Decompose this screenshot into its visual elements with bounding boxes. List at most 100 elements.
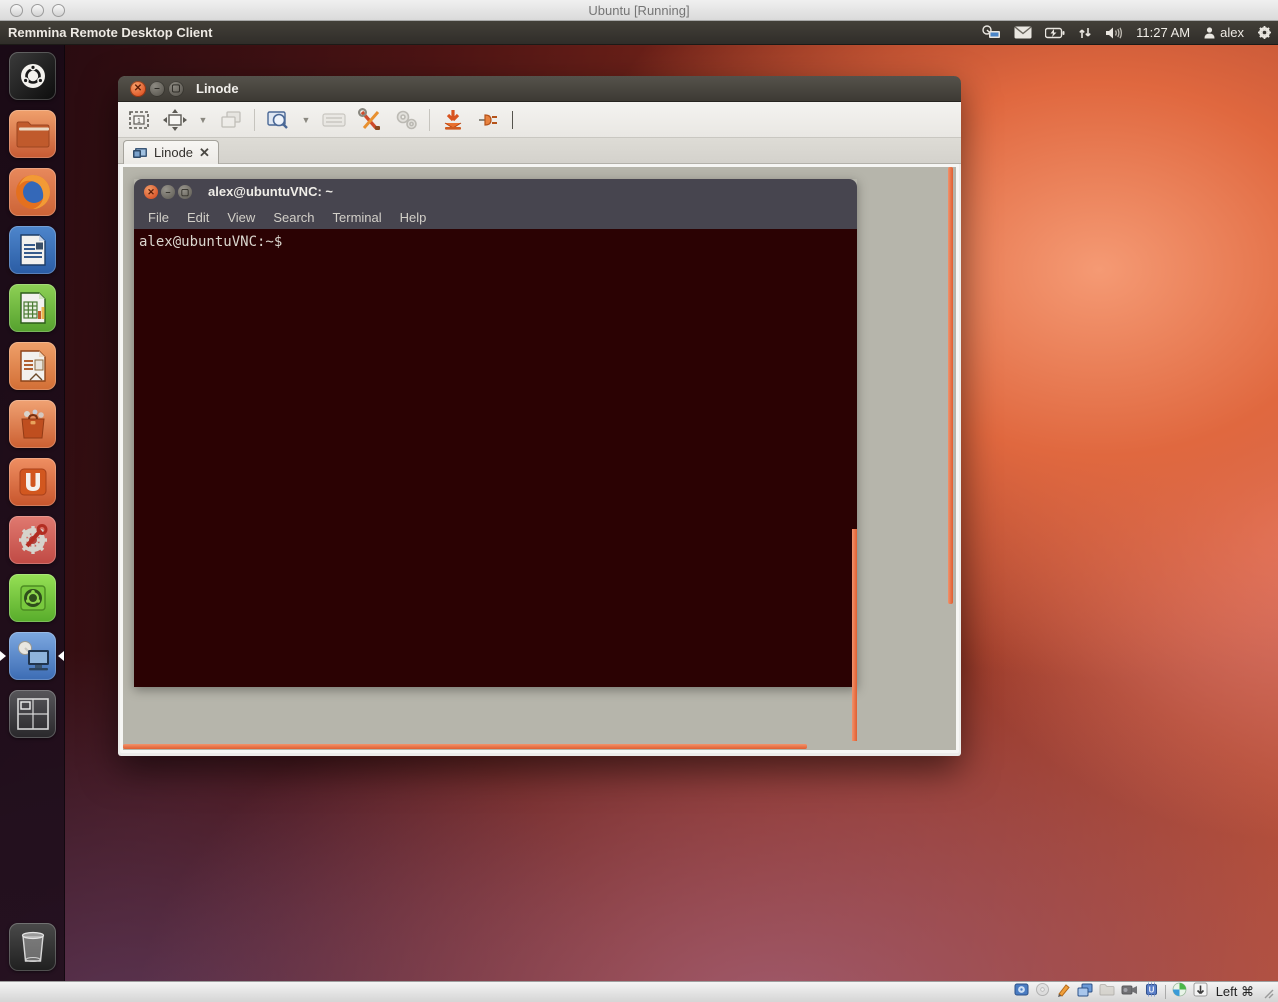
remmina-titlebar[interactable]: ✕ – ▢ Linode — [118, 76, 961, 102]
remmina-toolbar: 1 ▼ ▼ — [118, 102, 961, 138]
remmina-close-button[interactable]: ✕ — [130, 81, 146, 97]
remmina-tabbar: Linode ✕ — [118, 138, 961, 164]
menu-help[interactable]: Help — [391, 210, 436, 225]
battery-icon[interactable] — [1045, 27, 1065, 39]
menu-edit[interactable]: Edit — [178, 210, 218, 225]
trash-icon — [18, 930, 48, 964]
ubuntu-top-panel: Remmina Remote Desktop Client 11:27 AM a… — [0, 21, 1278, 45]
toolbar-separator — [429, 109, 430, 131]
launcher-home-folder[interactable] — [9, 110, 56, 158]
host-window-title: Ubuntu [Running] — [0, 0, 1278, 21]
video-camera-icon[interactable] — [1121, 983, 1138, 1001]
shell-prompt: alex@ubuntuVNC:~$ — [139, 234, 282, 250]
host-key-label: Left ⌘ — [1214, 984, 1256, 1000]
launcher-firefox[interactable] — [9, 168, 56, 216]
zoom-menu-caret[interactable]: ▼ — [301, 107, 311, 133]
disconnect-plug-button[interactable] — [476, 107, 502, 133]
terminal-scrollbar[interactable] — [852, 529, 857, 741]
launcher-libreoffice-impress[interactable] — [9, 342, 56, 390]
active-app-title[interactable]: Remmina Remote Desktop Client — [8, 21, 212, 44]
scaled-mode-button[interactable] — [162, 107, 188, 133]
remmina-maximize-button[interactable]: ▢ — [168, 81, 184, 97]
workspace-grid-icon — [15, 696, 51, 732]
terminal-close-button[interactable]: ✕ — [144, 185, 158, 199]
remmina-minimize-button[interactable]: – — [149, 81, 165, 97]
scaled-mode-menu-caret[interactable]: ▼ — [198, 107, 208, 133]
optical-disc-icon[interactable] — [1035, 982, 1050, 1002]
remmina-window: ✕ – ▢ Linode 1 ▼ ▼ — [118, 76, 961, 756]
ubuntu-logo-icon — [16, 59, 50, 93]
focused-indicator-arrow — [58, 651, 64, 661]
tab-label: Linode — [154, 145, 193, 160]
menu-file[interactable]: File — [139, 210, 178, 225]
menu-search[interactable]: Search — [264, 210, 323, 225]
connection-tab-linode[interactable]: Linode ✕ — [123, 140, 219, 164]
vnc-remote-desktop[interactable]: ✕ – ▢ alex@ubuntuVNC: ~ File Edit View S… — [123, 167, 956, 750]
indicator-tray: 11:27 AM alex — [981, 21, 1272, 44]
svg-text:1: 1 — [137, 118, 141, 125]
launcher-trash[interactable] — [9, 923, 56, 971]
shopping-bag-icon — [16, 407, 50, 441]
terminal-titlebar[interactable]: ✕ – ▢ alex@ubuntuVNC: ~ — [134, 179, 857, 206]
launcher-libreoffice-calc[interactable] — [9, 284, 56, 332]
viewport-horizontal-scrollbar[interactable] — [123, 744, 807, 749]
session-gear-icon[interactable] — [1257, 25, 1272, 40]
mail-icon[interactable] — [1014, 26, 1032, 39]
display-windows-icon[interactable] — [1077, 983, 1093, 1002]
remmina-icon — [14, 639, 52, 673]
launcher-remmina[interactable] — [9, 632, 56, 680]
screenshot-button[interactable] — [440, 107, 466, 133]
viewport-vertical-scrollbar[interactable] — [948, 167, 953, 604]
preferences-gears-button[interactable] — [393, 107, 419, 133]
writer-document-icon — [18, 233, 48, 267]
terminal-maximize-button[interactable]: ▢ — [178, 185, 192, 199]
user-name: alex — [1220, 25, 1244, 40]
firefox-icon — [13, 172, 53, 212]
launcher-software-center[interactable] — [9, 400, 56, 448]
terminal-minimize-button[interactable]: – — [161, 185, 175, 199]
menu-terminal[interactable]: Terminal — [324, 210, 391, 225]
mouse-integration-icon[interactable] — [1172, 982, 1187, 1002]
menu-view[interactable]: View — [218, 210, 264, 225]
terminal-window: ✕ – ▢ alex@ubuntuVNC: ~ File Edit View S… — [134, 179, 857, 687]
toolbar-separator — [254, 109, 255, 131]
launcher-libreoffice-writer[interactable] — [9, 226, 56, 274]
vbox-status-icons: U Left ⌘ — [1014, 982, 1274, 1002]
tab-close-button[interactable]: ✕ — [199, 145, 210, 161]
remote-network-icon[interactable] — [981, 25, 1001, 40]
send-keys-button[interactable] — [321, 107, 347, 133]
tab-monitor-icon — [132, 147, 148, 159]
tools-button[interactable] — [357, 107, 383, 133]
clock[interactable]: 11:27 AM — [1136, 25, 1190, 40]
zoom-button[interactable] — [265, 107, 291, 133]
usb-chip-icon[interactable]: U — [1144, 982, 1159, 1002]
vbox-status-bar: U Left ⌘ — [0, 981, 1278, 1002]
auto-resize-icon[interactable] — [1193, 982, 1208, 1002]
harddisk-icon[interactable] — [1014, 982, 1029, 1002]
launcher-software-updater[interactable] — [9, 574, 56, 622]
resize-grip[interactable] — [1262, 986, 1274, 998]
terminal-screen[interactable]: alex@ubuntuVNC:~$ — [134, 229, 857, 687]
terminal-window-title: alex@ubuntuVNC: ~ — [208, 179, 333, 205]
tablet-pen-icon[interactable] — [1056, 982, 1071, 1002]
svg-text:U: U — [1148, 985, 1154, 994]
statusbar-separator — [1165, 985, 1166, 999]
launcher-ubuntu-one[interactable] — [9, 458, 56, 506]
user-icon — [1203, 26, 1216, 39]
duplicate-connection-button[interactable] — [218, 107, 244, 133]
shared-folder-icon[interactable] — [1099, 983, 1115, 1001]
fullscreen-button[interactable]: 1 — [126, 107, 152, 133]
virtualbox-host-window: Ubuntu [Running] Remmina Remote Desktop … — [0, 0, 1278, 1002]
unity-launcher — [0, 45, 65, 981]
updater-logo-icon — [16, 581, 50, 615]
launcher-system-settings[interactable] — [9, 516, 56, 564]
remmina-window-title: Linode — [196, 76, 239, 101]
running-indicator-arrow — [0, 651, 6, 661]
ubuntu-one-icon — [15, 464, 51, 500]
user-menu[interactable]: alex — [1203, 25, 1244, 40]
launcher-dash-home[interactable] — [9, 52, 56, 100]
volume-icon[interactable] — [1105, 26, 1123, 40]
sync-arrows-icon[interactable] — [1078, 26, 1092, 40]
launcher-workspace-switcher[interactable] — [9, 690, 56, 738]
host-titlebar: Ubuntu [Running] — [0, 0, 1278, 21]
